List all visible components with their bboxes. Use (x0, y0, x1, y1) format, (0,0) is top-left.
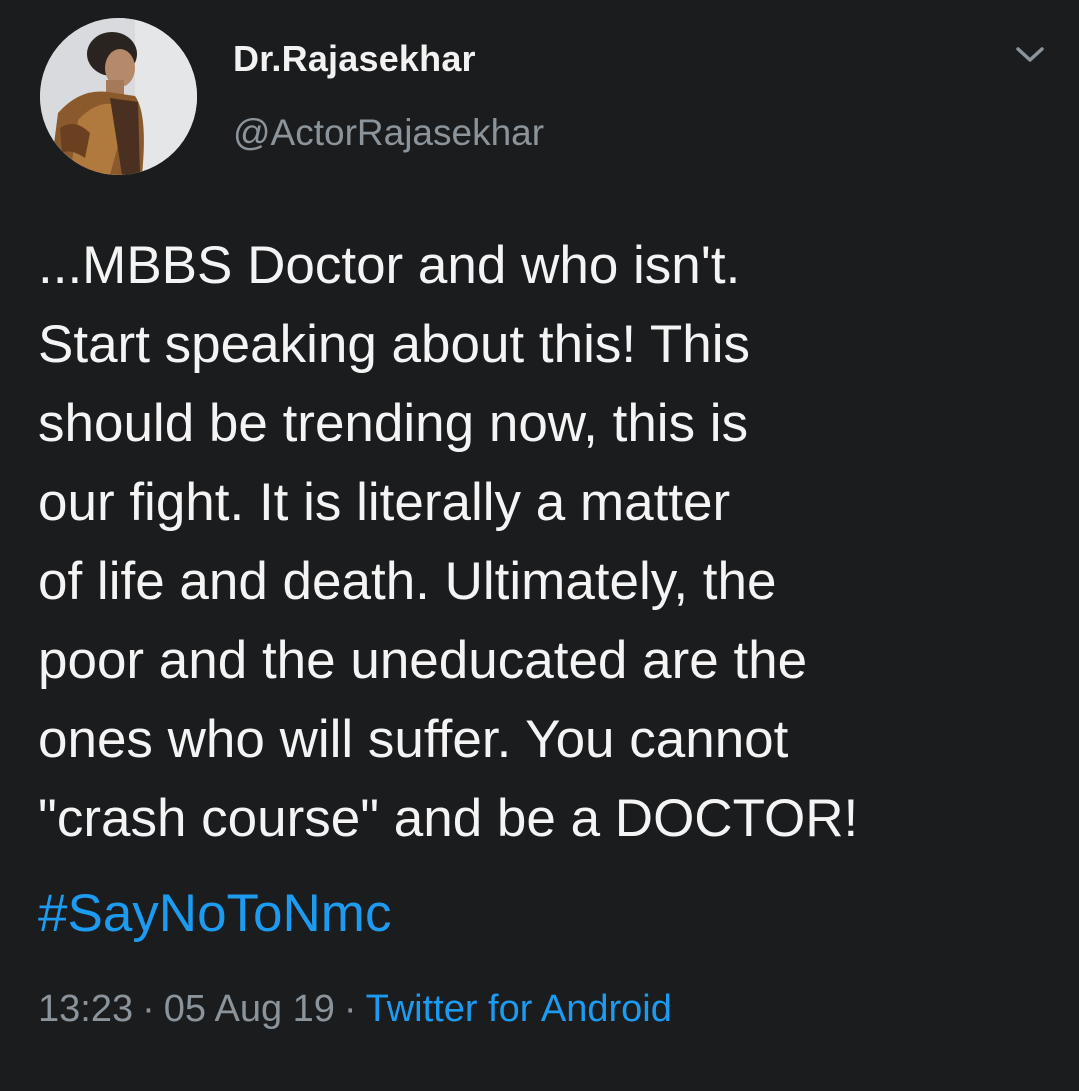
tweet-card: Dr.Rajasekhar @ActorRajasekhar ...MBBS D… (0, 0, 1079, 1091)
author-display-name[interactable]: Dr.Rajasekhar (233, 38, 476, 80)
profile-photo (40, 18, 197, 175)
tweet-date: 05 Aug 19 (163, 988, 335, 1030)
meta-separator: · (142, 988, 155, 1030)
tweet-meta: 13:23 · 05 Aug 19 · Twitter for Android (38, 988, 672, 1031)
tweet-time: 13:23 (38, 988, 134, 1030)
chevron-down-icon[interactable] (1012, 40, 1048, 70)
hashtag-link[interactable]: #SayNoToNmc (38, 874, 391, 953)
tweet-source-link[interactable]: Twitter for Android (366, 988, 672, 1030)
tweet-text: ...MBBS Doctor and who isn't. Start spea… (38, 236, 859, 848)
meta-separator: · (343, 988, 357, 1030)
avatar[interactable] (40, 18, 197, 175)
author-handle[interactable]: @ActorRajasekhar (233, 112, 544, 154)
